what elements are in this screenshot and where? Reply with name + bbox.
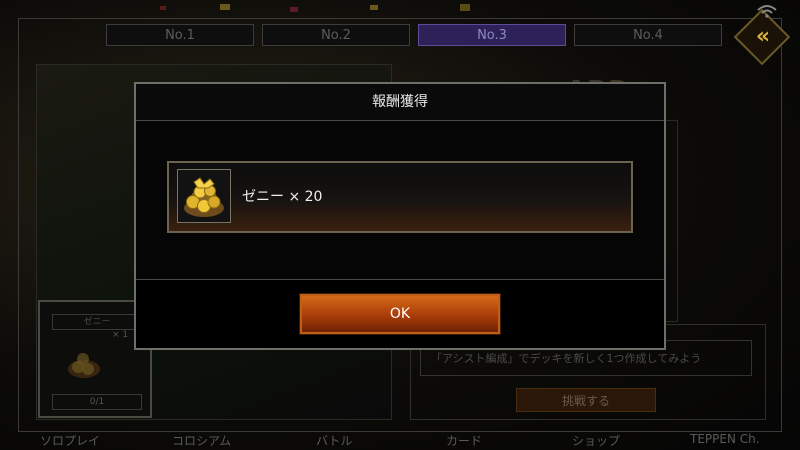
tab-no4[interactable]: No.4 xyxy=(574,24,722,46)
nav-solo-play[interactable]: ソロプレイ xyxy=(40,432,100,449)
reward-preview-title: ゼニー xyxy=(52,314,142,330)
coin-bag-icon xyxy=(68,353,100,378)
reward-item-row xyxy=(167,161,633,233)
challenge-button[interactable]: 挑戦する xyxy=(516,388,656,412)
reward-label: ゼニー × 20 xyxy=(242,189,323,205)
double-chevron-left-icon: « xyxy=(755,24,771,49)
tab-no2[interactable]: No.2 xyxy=(262,24,410,46)
tab-no1[interactable]: No.1 xyxy=(106,24,254,46)
nav-teppen-channel[interactable]: TEPPEN Ch. xyxy=(690,432,760,446)
coin-bag-icon xyxy=(184,177,224,217)
reward-preview-progress: 0/1 xyxy=(52,394,142,410)
modal-title: 報酬獲得 xyxy=(372,94,428,110)
reward-preview-count: × 1 xyxy=(112,330,129,340)
nav-colosseum[interactable]: コロシアム xyxy=(172,432,231,449)
info-panel-edge xyxy=(665,120,678,322)
nav-battle[interactable]: バトル xyxy=(316,432,352,449)
nav-cards[interactable]: カード xyxy=(446,432,482,449)
decorative-sparks xyxy=(160,4,470,12)
tab-no3[interactable]: No.3 xyxy=(418,24,566,46)
nav-shop[interactable]: ショップ xyxy=(572,432,620,449)
wifi-icon xyxy=(757,5,777,18)
ok-button[interactable]: OK xyxy=(300,294,500,334)
